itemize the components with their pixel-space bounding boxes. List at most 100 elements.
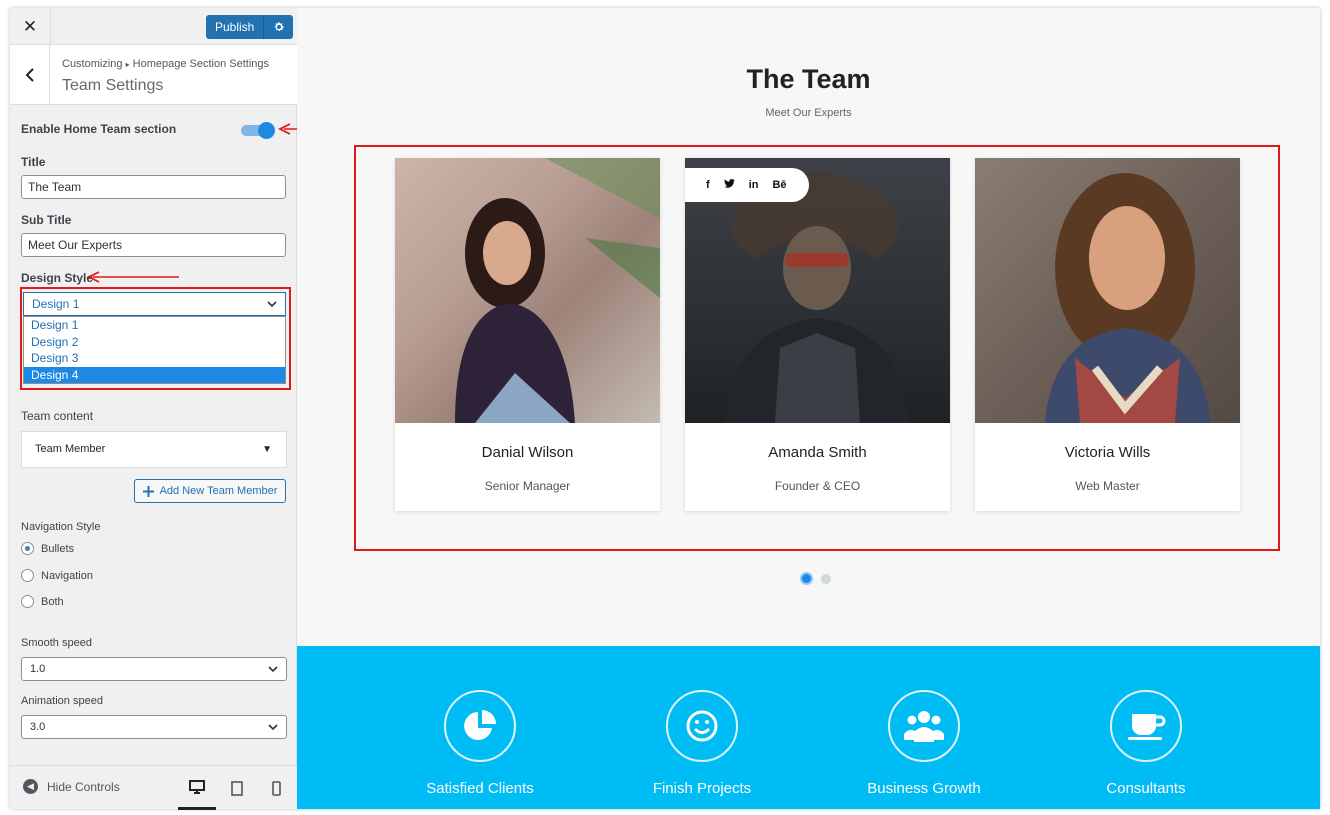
enable-team-toggle[interactable] (241, 122, 275, 139)
chevron-left-icon (25, 68, 34, 82)
carousel-bullets (800, 572, 831, 585)
desktop-icon (189, 779, 205, 794)
enable-team-label: Enable Home Team section (21, 122, 177, 136)
team-section-subtitle: Meet Our Experts (765, 107, 852, 119)
breadcrumb-separator: ▸ (125, 60, 130, 69)
carousel-bullet-2[interactable] (821, 573, 831, 584)
animation-speed-value: 3.0 (30, 721, 46, 733)
linkedin-icon[interactable]: in (749, 179, 759, 191)
back-button[interactable] (10, 45, 50, 105)
mobile-icon (271, 780, 281, 796)
member-name: Amanda Smith (768, 444, 867, 461)
hide-controls-label: Hide Controls (47, 779, 120, 794)
radio-bullets[interactable]: Bullets (21, 542, 74, 555)
team-card: f in Bē Amanda Smith Founder & CEO (685, 158, 950, 511)
radio-both[interactable]: Both (21, 595, 64, 608)
customizer-topbar: ✕ Publish (10, 8, 297, 45)
pie-chart-icon (464, 710, 496, 740)
plus-icon (142, 485, 154, 497)
subtitle-input[interactable]: Meet Our Experts (21, 233, 286, 257)
carousel-bullet-1[interactable] (800, 572, 813, 585)
radio-label: Bullets (41, 542, 75, 555)
member-role: Founder & CEO (774, 479, 861, 493)
coffee-cup-icon (1128, 714, 1166, 740)
section-header: Customizing ▸ Homepage Section Settings … (10, 45, 297, 105)
toggle-knob (258, 122, 275, 139)
customizer-footer: ◀ Hide Controls (10, 765, 297, 810)
breadcrumb-root: Customizing (62, 58, 123, 70)
chevron-down-icon (268, 658, 278, 688)
navigation-style-label: Navigation Style (21, 521, 101, 533)
team-card: Victoria Wills Web Master (975, 158, 1240, 511)
person-photo-icon (395, 158, 660, 423)
design-highlight-box (20, 287, 291, 390)
smile-icon (686, 710, 718, 742)
breadcrumb-section: Homepage Section Settings (132, 58, 270, 70)
twitter-icon[interactable] (723, 179, 735, 191)
radio-label: Navigation (41, 569, 93, 582)
team-photo: f in Bē (685, 158, 950, 423)
close-icon: ✕ (22, 16, 38, 36)
smooth-speed-value: 1.0 (30, 663, 46, 675)
smooth-speed-select[interactable]: 1.0 (21, 657, 287, 681)
publish-group: Publish (206, 15, 294, 39)
radio-label: Both (41, 595, 64, 608)
stat-icon-circle (888, 690, 960, 762)
close-button[interactable]: ✕ (10, 8, 51, 45)
publish-settings-button[interactable] (264, 15, 294, 39)
customizer-sidebar: ✕ Publish Customizing ▸ Homepage Section… (10, 8, 297, 810)
title-label: Title (21, 155, 46, 169)
customizer-window: ✕ Publish Customizing ▸ Homepage Section… (10, 8, 1320, 810)
add-team-member-button[interactable]: Add New Team Member (134, 479, 286, 503)
stat-icon-circle (444, 690, 516, 762)
stat-label: Consultants (1106, 780, 1186, 797)
users-icon (904, 711, 944, 742)
hide-controls-button[interactable]: ◀ Hide Controls (23, 779, 120, 794)
facebook-icon[interactable]: f (706, 179, 710, 191)
subtitle-label: Sub Title (21, 213, 72, 227)
stat-icon-circle (666, 690, 738, 762)
chevron-down-icon (268, 716, 278, 746)
tablet-icon (231, 780, 243, 796)
person-photo-icon (1045, 173, 1210, 423)
page-title: Team Settings (62, 77, 164, 94)
stat-label: Business Growth (867, 780, 981, 797)
annotation-arrow-design (87, 271, 179, 283)
stats-section: Satisfied Clients Finish Projects Busine… (297, 646, 1320, 809)
design-style-label: Design Style (21, 271, 94, 285)
member-name: Victoria Wills (1064, 444, 1151, 461)
radio-button[interactable] (21, 569, 34, 582)
stat-label: Finish Projects (652, 780, 752, 797)
add-team-member-label: Add New Team Member (159, 485, 278, 497)
smooth-speed-label: Smooth speed (21, 637, 92, 649)
social-icons-bar: f in Bē (685, 168, 809, 202)
stat-icon-circle (1110, 690, 1182, 762)
breadcrumb: Customizing ▸ Homepage Section Settings (62, 58, 269, 70)
team-photo (975, 158, 1240, 423)
radio-button[interactable] (21, 595, 34, 608)
publish-button[interactable]: Publish (206, 15, 265, 39)
member-role: Web Master (1075, 479, 1140, 493)
radio-button[interactable] (21, 542, 34, 555)
collapse-icon: ◀ (23, 779, 38, 794)
radio-navigation[interactable]: Navigation (21, 569, 93, 582)
member-name: Danial Wilson (481, 444, 574, 461)
desktop-preview-button[interactable] (178, 766, 216, 810)
team-photo (395, 158, 660, 423)
team-content-label: Team content (21, 409, 94, 423)
gear-icon (274, 22, 284, 32)
team-member-label: Team Member (35, 443, 106, 455)
title-input[interactable]: The Team (21, 175, 286, 199)
triangle-down-icon: ▼ (262, 444, 272, 455)
behance-icon[interactable]: Bē (772, 179, 786, 191)
animation-speed-select[interactable]: 3.0 (21, 715, 287, 739)
animation-speed-label: Animation speed (21, 695, 103, 707)
tablet-preview-button[interactable] (218, 766, 256, 810)
team-member-accordion[interactable]: Team Member ▼ (21, 431, 287, 468)
team-card: Danial Wilson Senior Manager (395, 158, 660, 511)
mobile-preview-button[interactable] (257, 766, 295, 810)
stat-label: Satisfied Clients (426, 780, 534, 797)
site-preview: The Team Meet Our Experts Danial Wilson … (297, 8, 1320, 809)
member-role: Senior Manager (484, 479, 571, 493)
team-section-title: The Team (746, 64, 871, 94)
